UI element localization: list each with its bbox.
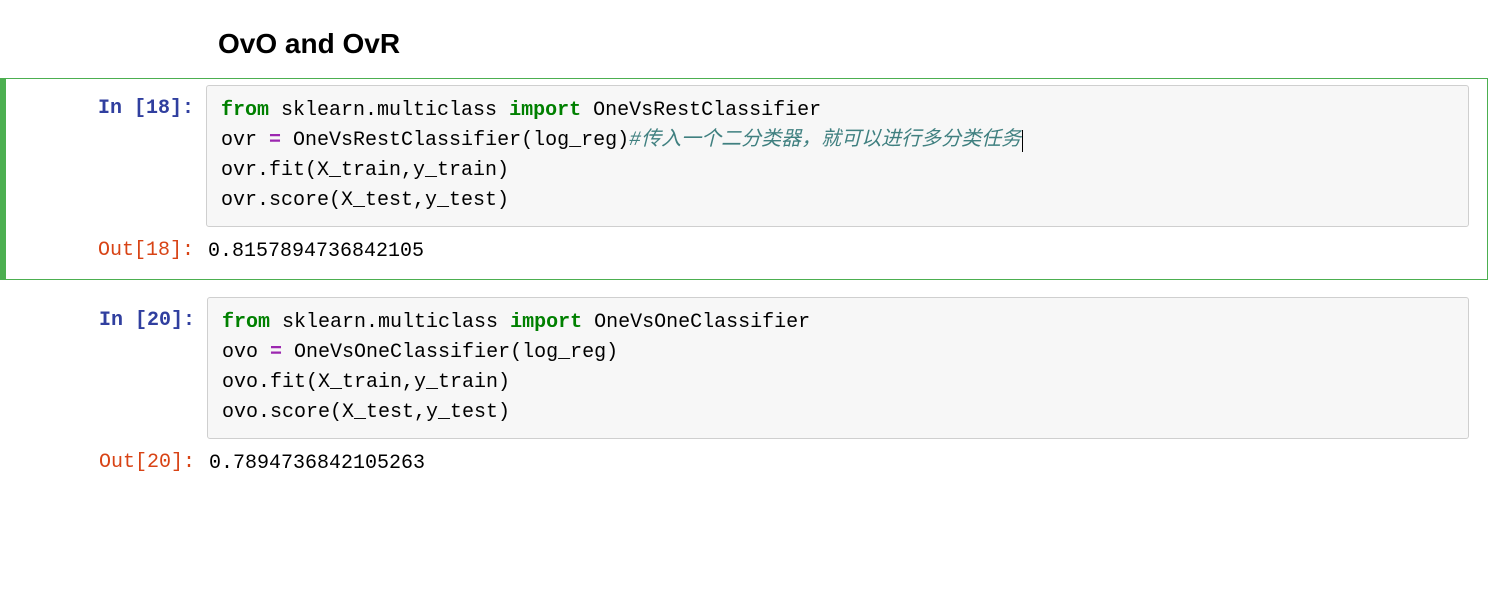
operator-equals: = [270,341,282,364]
code-text: OneVsRestClassifier [581,99,821,122]
output-prompt: Out[18]: [6,227,206,264]
input-prompt: In [18]: [6,85,206,122]
output-prompt: Out[20]: [1,439,207,476]
code-cell[interactable]: In [20]: from sklearn.multiclass import … [0,290,1488,492]
output-value: 0.7894736842105263 [207,439,1487,485]
code-text: ovr [221,129,269,152]
code-text: ovo.fit(X_train,y_train) [222,371,510,394]
code-text: OneVsOneClassifier(log_reg) [282,341,618,364]
code-text: OneVsRestClassifier(log_reg) [281,129,629,152]
keyword-import: import [510,311,582,334]
code-text: sklearn.multiclass [269,99,509,122]
operator-equals: = [269,129,281,152]
code-text: sklearn.multiclass [270,311,510,334]
code-text: ovr.fit(X_train,y_train) [221,159,509,182]
code-input-area[interactable]: from sklearn.multiclass import OneVsRest… [206,85,1469,227]
text-cursor [1022,130,1023,152]
code-text: ovr.score(X_test,y_test) [221,189,509,212]
section-heading: OvO and OvR [0,0,1488,78]
code-text: OneVsOneClassifier [582,311,810,334]
keyword-import: import [509,99,581,122]
code-comment: #传入一个二分类器，就可以进行多分类任务 [629,129,1021,152]
input-prompt: In [20]: [1,297,207,334]
code-cell[interactable]: In [18]: from sklearn.multiclass import … [0,78,1488,280]
keyword-from: from [221,99,269,122]
code-text: ovo.score(X_test,y_test) [222,401,510,424]
output-value: 0.8157894736842105 [206,227,1487,273]
keyword-from: from [222,311,270,334]
code-input-area[interactable]: from sklearn.multiclass import OneVsOneC… [207,297,1469,439]
code-text: ovo [222,341,270,364]
